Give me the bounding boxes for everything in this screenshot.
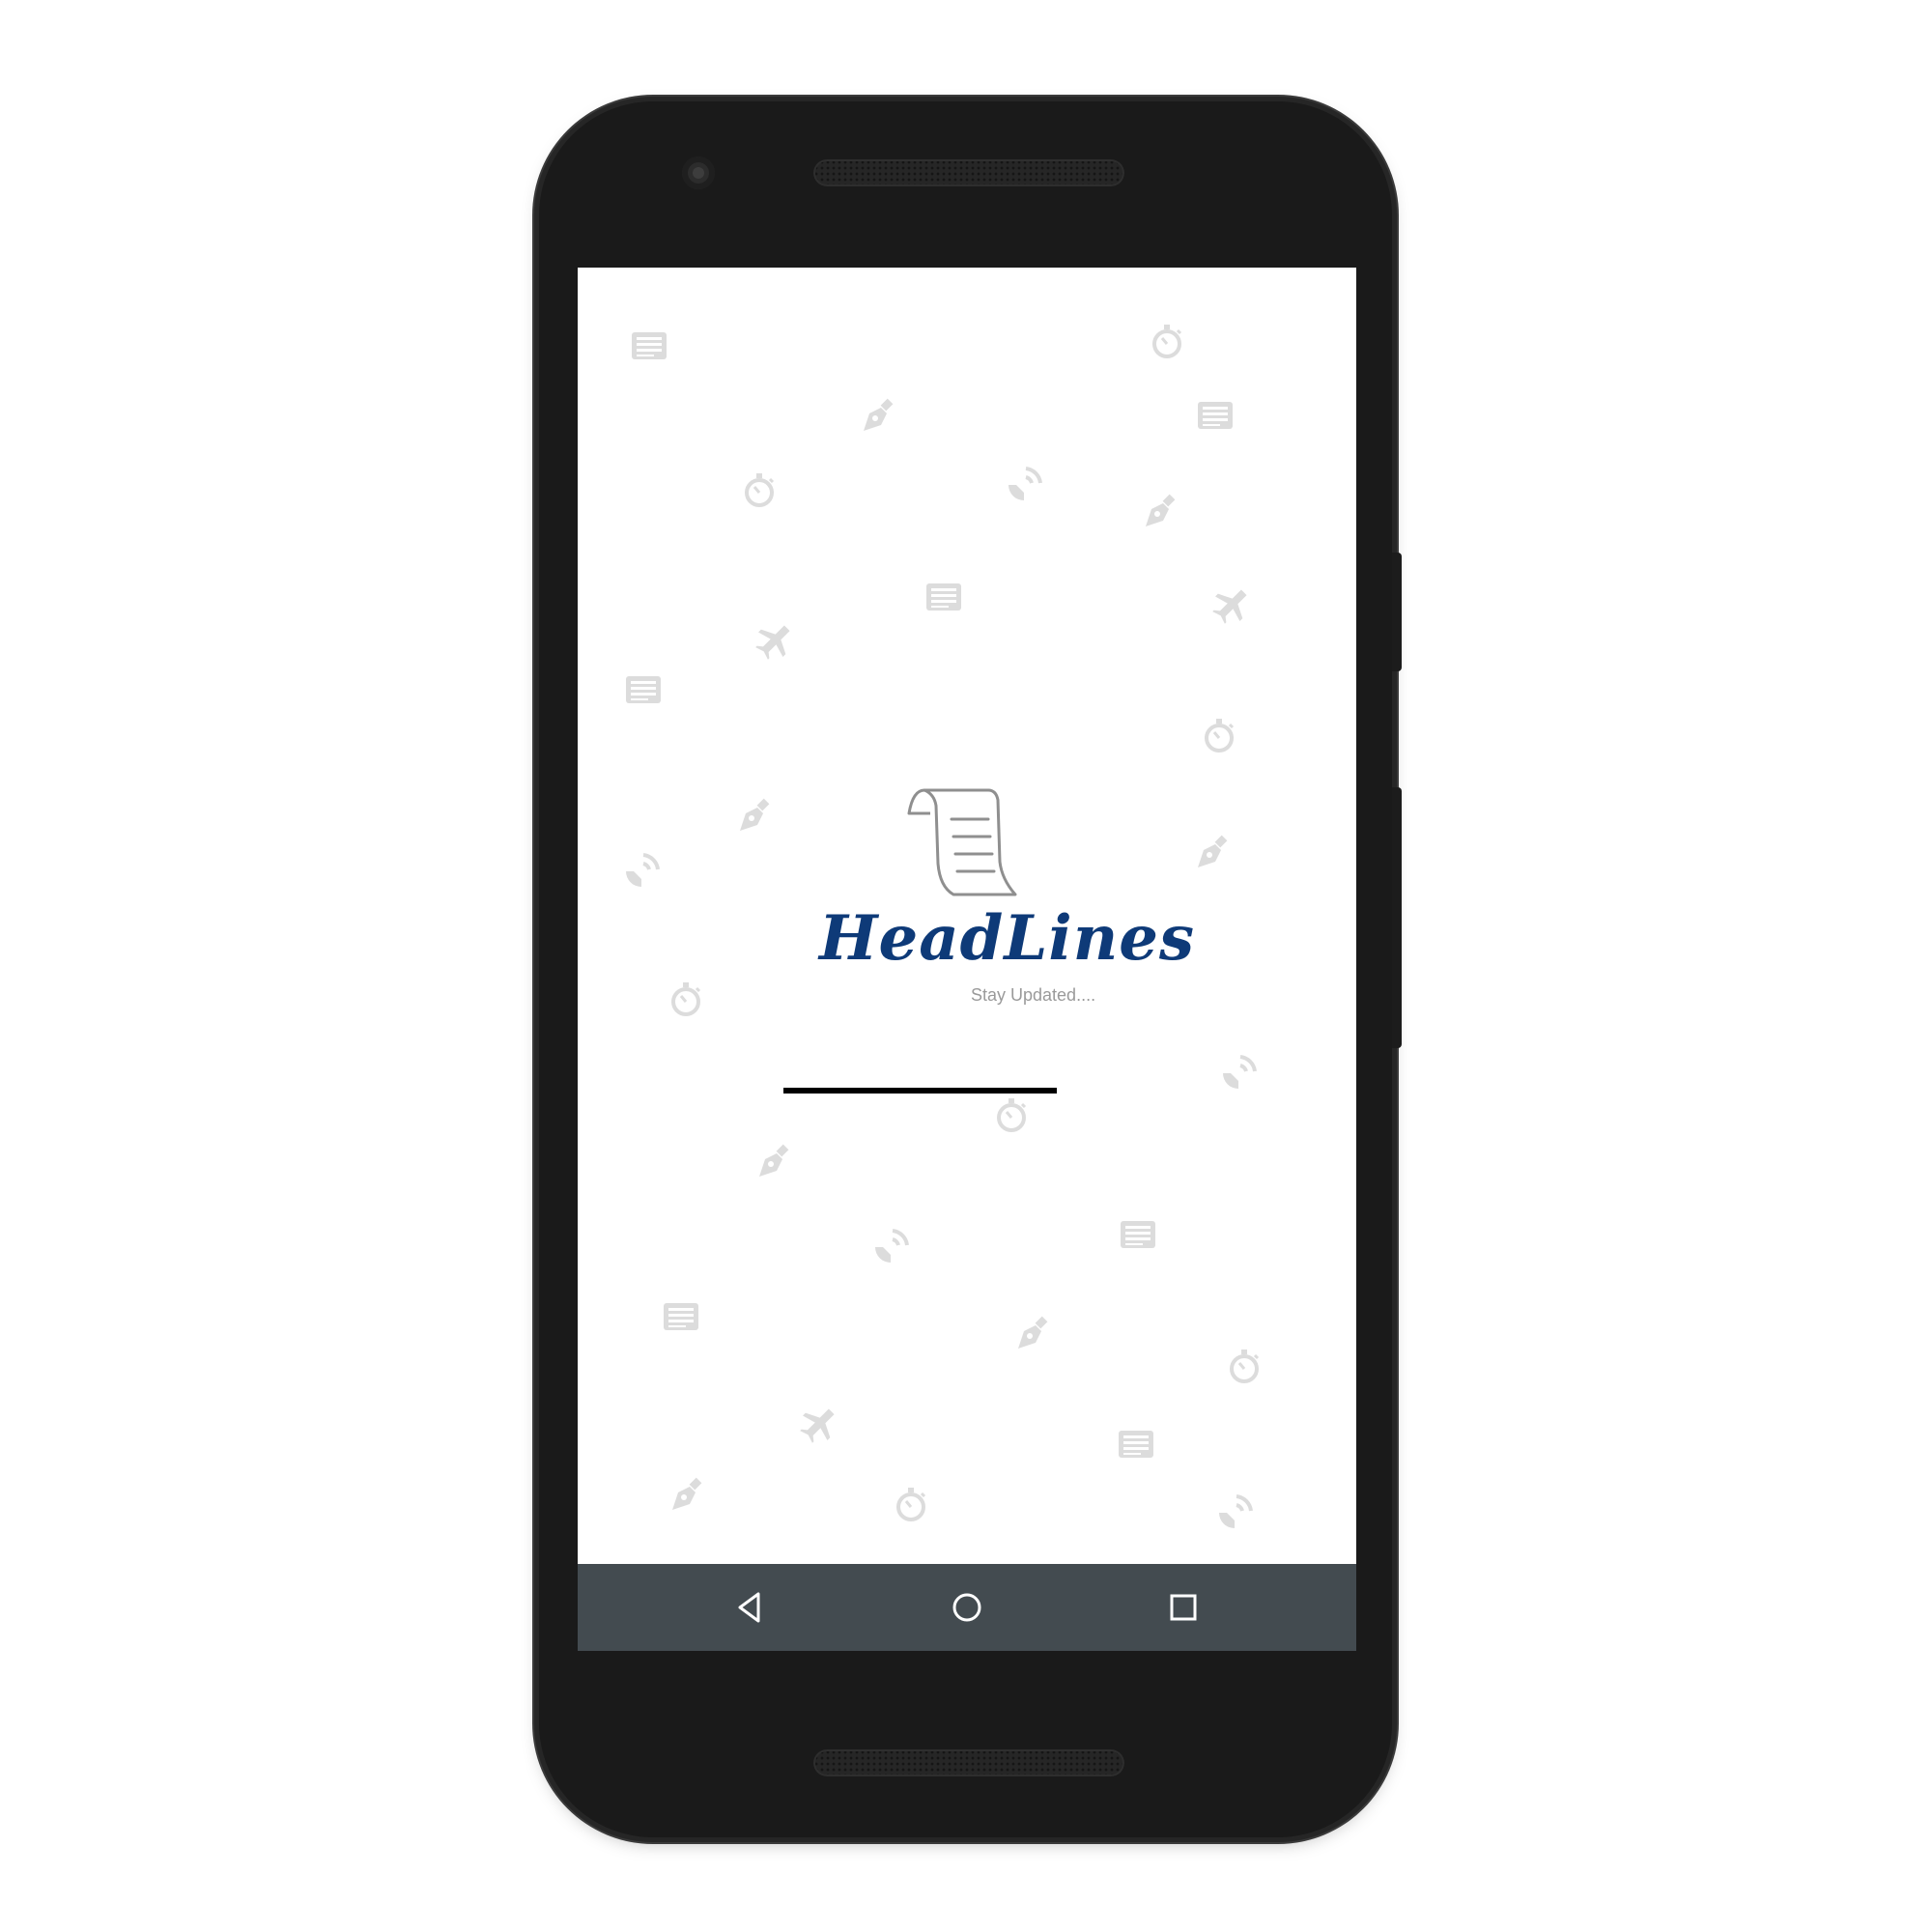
loading-progress-bar [783,1088,1057,1094]
top-speaker-grille [813,159,1124,186]
app-title: HeadLines [819,902,1195,975]
pen-nib-icon [1146,494,1176,526]
background-pen-nib-icon [856,394,898,437]
background-stopwatch-icon [738,469,781,511]
background-newspaper-icon [923,575,965,617]
home-button[interactable] [945,1585,989,1630]
airplane-icon [755,625,790,660]
background-stopwatch-icon [1146,320,1188,362]
android-navigation-bar [578,1564,1356,1651]
background-satellite-dish-icon [869,1226,912,1268]
background-pen-nib-icon [1138,490,1180,532]
volume-rocker [1392,787,1402,1048]
phone-screen: HeadLines Stay Updated.... [578,268,1356,1651]
airplane-icon [800,1408,835,1443]
newspaper-icon [626,676,661,703]
recents-button[interactable] [1161,1585,1206,1630]
pen-nib-icon [759,1144,789,1177]
background-airplane-icon [753,619,796,662]
satellite-dish-icon [1223,1055,1257,1089]
pen-nib-icon [1018,1316,1048,1349]
app-tagline: Stay Updated.... [971,985,1096,1005]
background-newspaper-icon [1115,1422,1157,1464]
pen-nib-icon [1198,835,1228,867]
newspaper-icon [664,1303,698,1330]
newspaper-icon [926,583,961,611]
background-satellite-dish-icon [1217,1052,1260,1094]
stopwatch-icon [1152,325,1182,358]
stopwatch-icon [1230,1350,1260,1383]
back-triangle-icon [738,1592,760,1623]
background-satellite-dish-icon [1213,1492,1256,1534]
loading-progress-fill [783,1088,1057,1094]
satellite-dish-icon [1219,1494,1253,1528]
background-newspaper-icon [622,668,665,710]
stopwatch-icon [896,1488,926,1521]
bottom-speaker-grille [813,1749,1124,1776]
newspaper-icon [1121,1221,1155,1248]
app-logo: HeadLines Stay Updated.... [819,786,1195,1076]
background-satellite-dish-icon [1003,464,1045,506]
scroll-document-icon [907,788,1017,896]
stopwatch-icon [1205,719,1235,753]
background-airplane-icon [798,1403,840,1445]
background-stopwatch-icon [1223,1345,1265,1387]
pen-nib-icon [740,798,770,831]
background-stopwatch-icon [665,978,707,1020]
background-pen-nib-icon [665,1473,707,1516]
background-stopwatch-icon [1198,714,1240,756]
front-camera [682,156,715,189]
background-stopwatch-icon [990,1094,1033,1136]
background-newspaper-icon [1194,393,1236,436]
background-newspaper-icon [628,324,670,366]
satellite-dish-icon [875,1229,909,1263]
back-button[interactable] [728,1585,773,1630]
newspaper-icon [1198,402,1233,429]
splash-screen: HeadLines Stay Updated.... [578,268,1356,1564]
satellite-dish-icon [626,853,660,887]
background-satellite-dish-icon [620,850,663,893]
newspaper-icon [1119,1431,1153,1458]
home-circle-icon [952,1593,981,1622]
stopwatch-icon [997,1098,1027,1132]
device-mockup: HeadLines Stay Updated.... [0,0,1932,1932]
stopwatch-icon [745,473,775,507]
satellite-dish-icon [1009,467,1042,500]
background-stopwatch-icon [890,1483,932,1525]
stopwatch-icon [671,982,701,1016]
background-airplane-icon [1210,583,1253,626]
background-pen-nib-icon [732,794,775,837]
background-newspaper-icon [1117,1212,1159,1255]
pen-nib-icon [672,1477,702,1510]
background-newspaper-icon [660,1294,702,1337]
recents-square-icon [1170,1594,1197,1621]
background-pen-nib-icon [752,1140,794,1182]
airplane-icon [1212,589,1247,624]
background-pen-nib-icon [1010,1312,1053,1354]
pen-nib-icon [864,398,894,431]
background-pen-nib-icon [1190,831,1233,873]
newspaper-icon [632,332,667,359]
power-button [1392,553,1402,671]
